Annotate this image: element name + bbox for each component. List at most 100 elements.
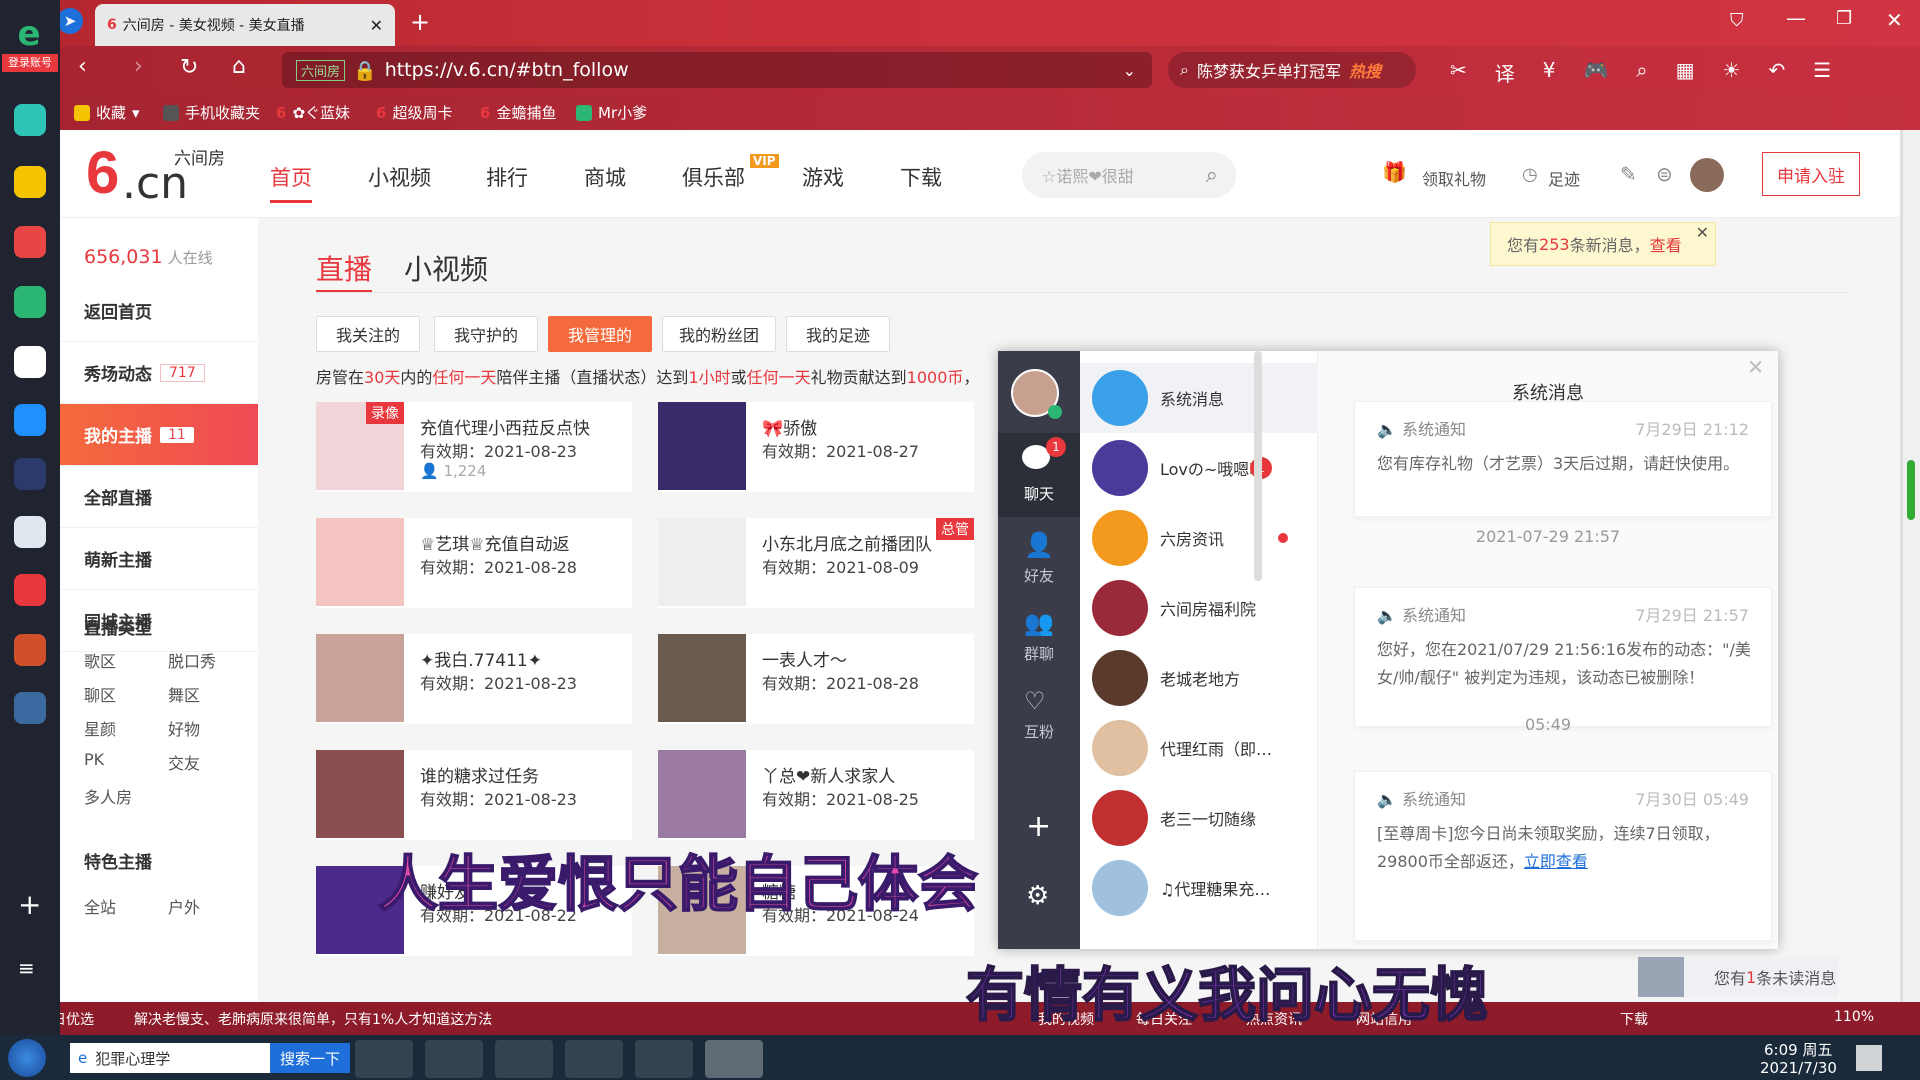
taskbar-search-button[interactable]: 搜索一下 [270,1043,350,1073]
site-logo[interactable]: 6 .cn 六间房 [86,139,225,209]
anchor-card[interactable]: ♕艺琪♕充值自动返 有效期：2021-08-28 [316,518,632,608]
chat-list-item[interactable]: 系统消息 [1080,363,1318,433]
anchor-card[interactable]: 丫总❤新人求家人 有效期：2021-08-25 [658,750,974,840]
zoom-level[interactable]: 110% [1834,1009,1874,1025]
bookmark-fishing[interactable]: 6 金蟾捕鱼 [480,102,556,123]
type-multi-room[interactable]: 多人房 [84,784,132,808]
type-singing[interactable]: 歌区 [84,648,116,672]
chat-list-item[interactable]: 六房资讯 [1080,503,1318,573]
settings-icon[interactable]: ⚙ [1026,881,1049,911]
chat-list-item[interactable]: Lovの~哦嗯呢1 [1080,433,1318,503]
nav-club[interactable]: 俱乐部 [682,162,745,192]
anchor-card[interactable]: 谁的糖求过任务 有效期：2021-08-23 [316,750,632,840]
anchor-thumbnail[interactable] [316,750,404,838]
folder-icon[interactable] [495,1040,553,1078]
chat-close-icon[interactable]: ✕ [1747,355,1764,379]
notice-view-link[interactable]: 查看 [1650,232,1682,256]
edit-icon[interactable]: ✎ [1620,162,1637,186]
bookmark-weekcard[interactable]: 6 超级周卡 [376,102,452,123]
ie-app-icon[interactable] [425,1040,483,1078]
bookmark-mrxiaodie[interactable]: Mr小爹 [576,102,647,123]
type-talk-show[interactable]: 脱口秀 [168,648,216,672]
game3-icon[interactable] [14,692,46,724]
start-button[interactable] [8,1039,46,1077]
taskbar-search[interactable]: e 犯罪心理学 [70,1043,270,1073]
gift-label[interactable]: 领取礼物 [1422,166,1486,190]
chat-nav-groups[interactable]: 群聊 [998,643,1080,664]
chat-list-scrollbar[interactable] [1254,351,1262,581]
anchor-thumbnail[interactable] [316,518,404,606]
chat-list-item[interactable]: 老三一切随缘 [1080,783,1318,853]
filter-following[interactable]: 我关注的 [316,316,420,352]
anchor-card[interactable]: ✦我白.77411✦ 有效期：2021-08-23 [316,634,632,724]
avatar-app-icon[interactable] [705,1040,763,1078]
home-icon[interactable]: ⌂ [232,54,246,79]
clock-time[interactable]: 6:09 周五 [1764,1039,1832,1060]
filter-managing[interactable]: 我管理的 [548,316,652,352]
bookmark-lanmei[interactable]: 6 ✿ぐ蓝妹 [276,102,350,123]
ad-text[interactable]: 解决老慢支、老肺病原来很简单，只有1%人才知道这方法 [134,1009,492,1029]
clock-icon[interactable]: ◷ [1522,164,1538,185]
anchor-card[interactable]: 小东北月底之前播团队 有效期：2021-08-09 总管 [658,518,974,608]
sidebar-item-home[interactable]: 返回首页 [60,280,258,342]
tab-close-icon[interactable]: ✕ [370,16,383,35]
coin-icon[interactable]: ¥ [1543,58,1556,87]
anchor-title[interactable]: ♕艺琪♕充值自动返 [420,530,625,555]
anchor-thumbnail[interactable] [316,634,404,722]
new-tab-icon[interactable]: + [410,8,430,36]
weibo-icon[interactable] [14,226,46,258]
list-icon[interactable]: ≡ [18,956,35,980]
anchor-card[interactable]: 一表人才～ 有效期：2021-08-28 [658,634,974,724]
tab-live[interactable]: 直播 [316,248,373,293]
type-pk[interactable]: PK [84,750,104,769]
nav-home[interactable]: 首页 [270,162,312,203]
k-app-icon[interactable] [355,1040,413,1078]
cloud-icon[interactable] [14,346,46,378]
anchor-title[interactable]: 🎀骄傲 [762,414,967,439]
user-avatar[interactable] [1690,158,1724,192]
chat-nav-chat[interactable]: 1 聊天 [998,433,1080,517]
search-icon[interactable]: ⌕ [1206,163,1218,188]
sidebar-item-new-anchors[interactable]: 萌新主播 [60,528,258,590]
p-app-icon[interactable] [14,404,46,436]
bookmark-fav[interactable]: 收藏 ▾ [74,102,140,123]
navigation-icon[interactable]: ➤ [57,8,83,34]
type-chat[interactable]: 聊区 [84,682,116,706]
nav-mall[interactable]: 商城 [584,162,626,192]
forward-icon[interactable]: › [134,54,143,79]
app-star-icon[interactable] [14,166,46,198]
game-icon[interactable]: 🎮 [1584,58,1609,87]
login-button[interactable]: 登录账号 [2,54,58,72]
scissors-icon[interactable]: ✂ [1450,58,1467,87]
game2-icon[interactable] [14,634,46,666]
player-app-icon[interactable] [635,1040,693,1078]
gift-icon[interactable]: 🎁 [1382,160,1407,184]
redbook-icon[interactable] [14,574,46,606]
message-icon[interactable]: ⊜ [1656,162,1673,186]
filter-guarding[interactable]: 我守护的 [434,316,538,352]
refresh-icon[interactable]: ↻ [180,55,198,80]
anchor-thumbnail[interactable] [658,750,746,838]
restore-icon[interactable]: ❐ [1836,8,1852,29]
browser-search-box[interactable]: ⌕ 陈梦获女乒单打冠军 热搜 [1168,52,1416,88]
nav-ranking[interactable]: 排行 [486,162,528,192]
anchor-title[interactable]: 一表人才～ [762,646,967,671]
sidebar-item-my-anchors[interactable]: 我的主播 11 [60,404,258,466]
add-app-icon[interactable]: + [18,888,41,921]
anchor-thumbnail[interactable] [658,518,746,606]
browser-logo-icon[interactable]: e [6,14,52,54]
chat-list-item[interactable]: 代理红雨（即… [1080,713,1318,783]
apply-button[interactable]: 申请入驻 [1762,152,1860,196]
bookmark-mobile[interactable]: 手机收藏夹 [163,102,260,123]
type-dance[interactable]: 舞区 [168,682,200,706]
mail-icon[interactable] [14,286,46,318]
doc-icon[interactable] [14,516,46,548]
browser-app-icon[interactable] [565,1040,623,1078]
type-friends[interactable]: 交友 [168,750,200,774]
clock-date[interactable]: 2021/7/30 [1760,1059,1837,1077]
scroll-thumb[interactable] [1907,460,1915,520]
grid-icon[interactable]: ▦ [1676,58,1695,87]
brightness-icon[interactable]: ☀ [1723,58,1741,87]
unread-notice[interactable]: 您有 1 条未读消息 [1638,957,1838,997]
add-chat-icon[interactable]: + [1026,809,1051,844]
